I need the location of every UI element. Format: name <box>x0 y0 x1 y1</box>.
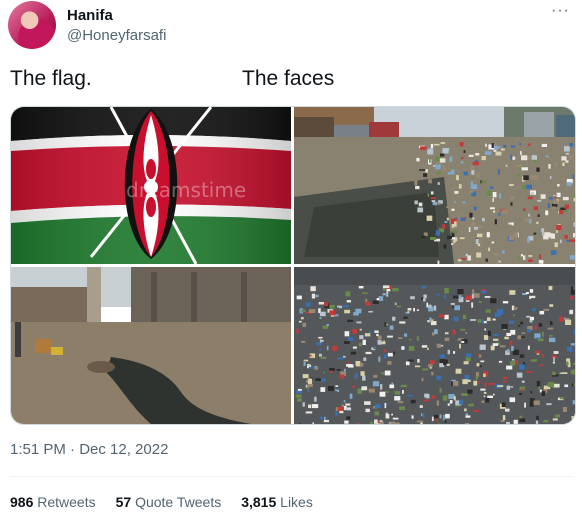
watermark-text: dreamstime <box>126 178 246 202</box>
retweets-stat[interactable]: 986 Retweets <box>10 494 96 510</box>
quote-tweets-count: 57 <box>115 494 132 510</box>
garbage-heap-image[interactable] <box>294 267 575 424</box>
media-grid: dreamstime <box>10 106 576 425</box>
display-name[interactable]: Hanifa <box>67 7 113 24</box>
likes-stat[interactable]: 3,815 Likes <box>241 494 313 510</box>
tweet-text-line-2: The faces <box>242 67 335 90</box>
tweet-timestamp[interactable]: 1:51 PM · Dec 12, 2022 <box>10 441 168 458</box>
flooded-garbage-street-image[interactable] <box>294 107 575 264</box>
retweets-label: Retweets <box>37 494 96 510</box>
retweets-count: 986 <box>10 494 34 510</box>
divider <box>10 476 572 477</box>
quote-tweets-label: Quote Tweets <box>135 494 222 510</box>
kenya-flag-image[interactable]: dreamstime <box>11 107 291 264</box>
tweet-text-line-1: The flag. <box>10 67 92 90</box>
avatar[interactable] <box>8 1 56 49</box>
engagement-stats: 986 Retweets 57 Quote Tweets 3,815 Likes <box>10 494 313 510</box>
user-handle[interactable]: @Honeyfarsafi <box>67 27 166 44</box>
more-horizontal-icon[interactable]: ··· <box>551 2 570 20</box>
likes-count: 3,815 <box>241 494 277 510</box>
quote-tweets-stat[interactable]: 57 Quote Tweets <box>116 494 222 510</box>
likes-label: Likes <box>280 494 313 510</box>
sewage-channel-image[interactable] <box>11 267 291 424</box>
